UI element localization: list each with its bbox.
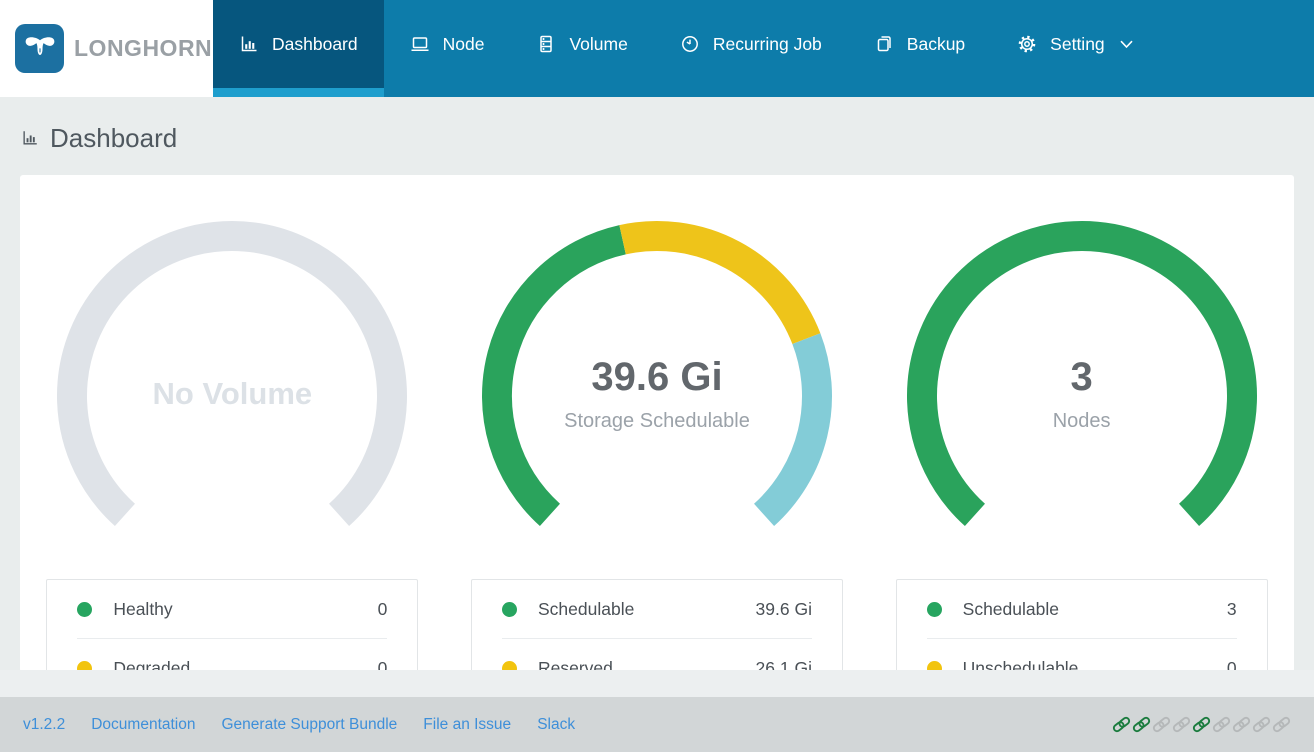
top-navbar: LONGHORN Dashboard Node Volume Recurring… — [0, 0, 1314, 97]
tab-dashboard[interactable]: Dashboard — [213, 0, 384, 97]
volume-gauge-column: No Volume — [20, 175, 445, 565]
tab-node[interactable]: Node — [384, 0, 511, 97]
file-an-issue-link[interactable]: File an Issue — [423, 716, 511, 734]
chain-link-icon — [1132, 715, 1151, 734]
recurring-job-icon — [681, 36, 698, 52]
tab-label: Setting — [1050, 33, 1105, 54]
status-dot — [501, 660, 517, 670]
chain-icons — [1111, 715, 1291, 734]
dashboard-title-icon — [23, 131, 37, 145]
tab-recurring-job[interactable]: Recurring Job — [654, 0, 848, 97]
dashboard-card: No Volume 39.6 Gi Storage Schedulable 3 … — [20, 175, 1294, 670]
chain-link-icon — [1232, 715, 1251, 734]
chain-link-icon — [1152, 715, 1171, 734]
status-dot — [926, 601, 942, 617]
dashboard-icon — [241, 36, 257, 52]
slack-link[interactable]: Slack — [537, 716, 575, 734]
chain-link-icon — [1172, 715, 1191, 734]
status-dot — [77, 660, 93, 670]
longhorn-app: LONGHORN Dashboard Node Volume Recurring… — [0, 0, 1314, 752]
status-dot — [77, 601, 93, 617]
legend-item-reserved: Reserved 26.1 Gi — [472, 639, 842, 670]
chain-link-icon — [1272, 715, 1291, 734]
page-title-text: Dashboard — [50, 122, 178, 153]
legend-item-schedulable-nodes: Schedulable 3 — [897, 580, 1267, 638]
nav-tabs: Dashboard Node Volume Recurring Job Back… — [213, 0, 1314, 97]
chain-link-icon — [1112, 715, 1131, 734]
legend-item-unschedulable: Unschedulable 0 — [897, 639, 1267, 670]
tab-label: Node — [442, 33, 485, 54]
setting-icon — [1018, 35, 1036, 53]
legend-item-degraded: Degraded 0 — [47, 639, 417, 670]
brand-logo[interactable]: LONGHORN — [0, 0, 213, 97]
footer-links: v1.2.2 Documentation Generate Support Bu… — [23, 716, 575, 734]
chain-link-icon — [1192, 715, 1211, 734]
longhorn-bull-icon — [15, 24, 64, 73]
node-icon — [411, 37, 429, 51]
status-dot — [501, 601, 517, 617]
volume-legend-card: Healthy 0 Degraded 0 — [46, 579, 419, 670]
page-title: Dashboard — [21, 122, 1314, 154]
version-label: v1.2.2 — [23, 715, 66, 733]
documentation-link[interactable]: Documentation — [91, 716, 195, 734]
gauge-row: No Volume 39.6 Gi Storage Schedulable 3 … — [20, 175, 1294, 565]
tab-label: Recurring Job — [712, 33, 822, 54]
volume-icon — [540, 35, 553, 53]
legend-item-healthy: Healthy 0 — [47, 580, 417, 638]
storage-gauge-column: 39.6 Gi Storage Schedulable — [445, 175, 870, 565]
node-gauge-chart[interactable] — [870, 209, 1294, 565]
tab-volume[interactable]: Volume — [510, 0, 653, 97]
status-dot — [926, 660, 942, 670]
brand-name: LONGHORN — [74, 35, 213, 61]
main-content: Dashboard No Volume 39.6 Gi Storage Sche… — [0, 97, 1314, 670]
tab-label: Volume — [569, 33, 628, 54]
chain-link-icon — [1252, 715, 1271, 734]
storage-gauge-chart[interactable] — [445, 209, 869, 565]
tab-label: Backup — [906, 33, 966, 54]
tab-label: Dashboard — [272, 33, 358, 54]
storage-legend-card: Schedulable 39.6 Gi Reserved 26.1 Gi — [470, 579, 843, 670]
chevron-down-icon — [1120, 40, 1133, 48]
volume-gauge-chart[interactable] — [20, 209, 444, 565]
backup-icon — [877, 36, 891, 52]
chain-link-icon — [1212, 715, 1231, 734]
generate-support-bundle-link[interactable]: Generate Support Bundle — [222, 716, 398, 734]
tab-backup[interactable]: Backup — [848, 0, 991, 97]
tab-setting[interactable]: Setting — [991, 0, 1158, 97]
footer-spacer — [0, 670, 1314, 697]
node-gauge-column: 3 Nodes — [869, 175, 1294, 565]
node-legend-card: Schedulable 3 Unschedulable 0 — [895, 579, 1268, 670]
legend-item-schedulable-storage: Schedulable 39.6 Gi — [472, 580, 842, 638]
legend-row: Healthy 0 Degraded 0 Schedulable 39.6 Gi… — [20, 579, 1294, 670]
footer: v1.2.2 Documentation Generate Support Bu… — [0, 697, 1314, 752]
